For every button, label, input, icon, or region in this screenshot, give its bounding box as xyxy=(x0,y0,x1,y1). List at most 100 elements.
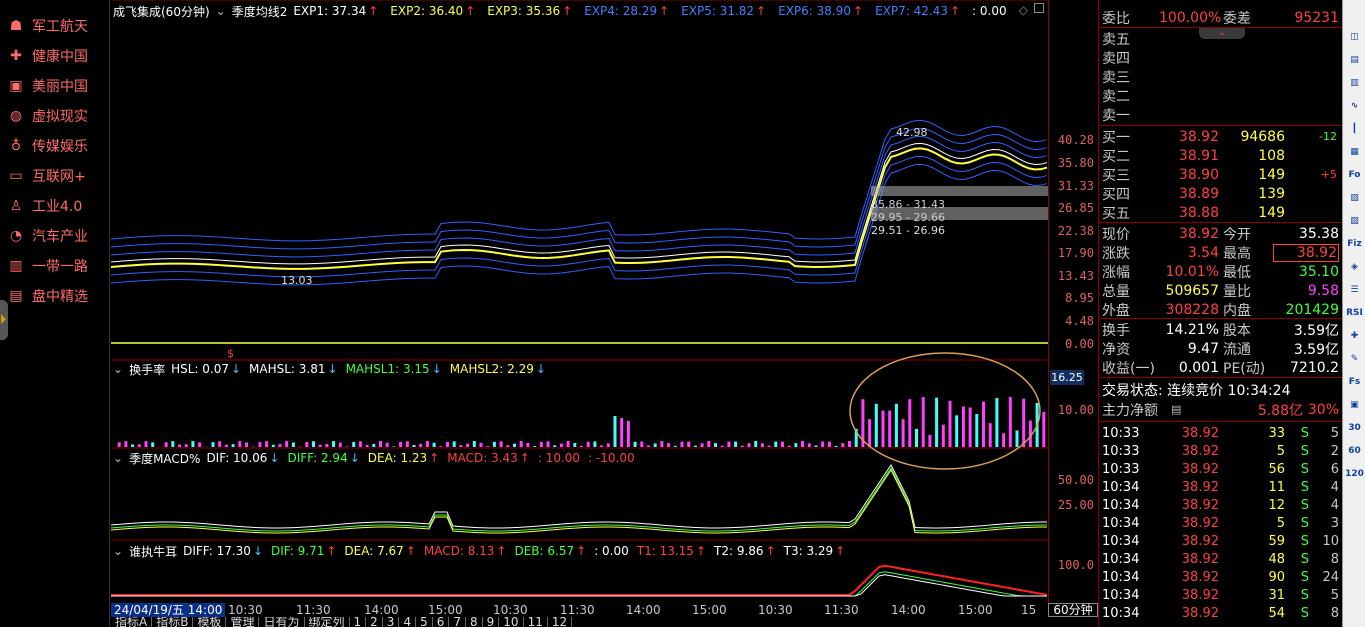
sector-label: 美丽中国 xyxy=(32,79,88,95)
bottom-tab[interactable]: 指标A xyxy=(111,617,153,627)
sector-item[interactable]: ▭ 互联网+ xyxy=(6,165,86,187)
volume-bar xyxy=(968,407,972,447)
stat-row: 净资 9.47 流通 3.59亿 xyxy=(1102,340,1339,358)
bottom-tab[interactable]: 3 xyxy=(383,617,400,627)
bottom-tab[interactable]: 指标B xyxy=(152,617,194,627)
stat-row: 涨幅 10.01% 最低 35.10 xyxy=(1102,263,1339,281)
bull-diff-line xyxy=(111,574,1047,597)
toolbar-button[interactable]: ▨ xyxy=(1346,212,1363,229)
toolbar-button[interactable]: ◫ xyxy=(1346,28,1363,45)
list-icon[interactable]: ▤ xyxy=(1171,403,1181,416)
chevron-down-icon[interactable]: ⌄ xyxy=(113,544,123,558)
bottom-tab[interactable]: 1 xyxy=(350,617,367,627)
sector-item[interactable]: ♙ 工业4.0 xyxy=(6,195,83,217)
volume-bar xyxy=(352,442,356,447)
sector-item[interactable]: ✚ 健康中国 xyxy=(6,45,88,67)
y-tick: 100.0 xyxy=(1057,558,1094,572)
toolbar-button[interactable]: Fs xyxy=(1346,373,1363,390)
toolbar-button[interactable]: ◈ xyxy=(1346,258,1363,275)
volume-bar xyxy=(178,444,181,447)
volume-bar xyxy=(506,445,510,447)
toolbar-button[interactable]: 30 xyxy=(1346,419,1363,436)
toolbar-button[interactable]: ✚ xyxy=(1346,327,1363,344)
time-label: 15 xyxy=(1021,603,1037,617)
bottom-tab[interactable]: 8 xyxy=(466,617,483,627)
bottom-tab[interactable]: 11 xyxy=(524,617,548,627)
toolbar-button[interactable]: ▤ xyxy=(1346,51,1363,68)
sector-item[interactable]: ▥ 一带一路 xyxy=(6,255,88,277)
bottom-tab[interactable]: 管理 xyxy=(226,617,260,627)
chevron-down-icon[interactable]: ⌄ xyxy=(113,362,123,376)
bottom-tab[interactable]: 9 xyxy=(483,617,500,627)
volume-bar xyxy=(727,441,731,447)
macd-values: DIF: 10.06 ↓ DIFF: 2.94 ↓ DEA: 1.23 ↑ MACD: 3.… xyxy=(206,451,634,465)
volume-bar xyxy=(714,443,717,447)
buy-row[interactable]: 买四 38.89 139 xyxy=(1099,184,1343,203)
volume-bar xyxy=(821,441,825,447)
indicator-name[interactable]: 季度均线2 xyxy=(232,3,288,20)
volume-bar xyxy=(399,441,403,447)
kline-chart[interactable]: $ 成飞集成(60分钟) ⌄ 季度均线2 EXP1: 37.34 ↑ EXP2: 3… xyxy=(111,0,1048,603)
period-selector[interactable]: 60分钟 xyxy=(1048,603,1098,617)
sector-label: 互联网+ xyxy=(32,169,86,185)
sector-item[interactable]: ◍ 虚拟现实 xyxy=(6,105,88,127)
toolbar-button[interactable]: Fiz xyxy=(1346,235,1363,252)
bottom-tab[interactable]: 12 xyxy=(548,617,573,627)
y-tick: 17.90 xyxy=(1057,246,1094,260)
volume-bar xyxy=(600,445,604,447)
volume-bar xyxy=(513,443,516,447)
sector-item[interactable]: ▤ 盘中精选 xyxy=(6,285,88,307)
bottom-tab[interactable]: 4 xyxy=(399,617,417,627)
bottom-tab[interactable]: 7 xyxy=(449,617,466,627)
bottom-tab[interactable]: 绑定列 xyxy=(305,617,350,627)
volume-bar xyxy=(486,446,490,447)
volume-bar xyxy=(660,441,664,447)
buy-row[interactable]: 买五 38.88 149 xyxy=(1099,203,1343,222)
chevron-down-icon[interactable]: ⌄ xyxy=(113,451,123,465)
collapse-handle[interactable] xyxy=(0,300,8,340)
sector-item[interactable]: ▣ 美丽中国 xyxy=(6,75,88,97)
buy-row[interactable]: 买二 38.91 108 xyxy=(1099,146,1343,165)
toolbar-button[interactable]: ▧ xyxy=(1346,189,1363,206)
diamond-icon[interactable]: ◇ xyxy=(1019,3,1028,17)
pie-icon: ◔ xyxy=(9,228,23,244)
indicator-values: EXP1: 37.34 ↑ EXP2: 36.40 ↑ EXP3: 35.36 ↑ EXP4… xyxy=(293,4,1006,18)
bottom-tab[interactable]: 10 xyxy=(499,617,524,627)
sector-item[interactable]: ☗ 军工航天 xyxy=(6,15,88,37)
volume-bar xyxy=(452,441,456,447)
macd-diff-line xyxy=(111,467,1048,532)
bottom-tab[interactable]: 6 xyxy=(433,617,450,627)
turnover-name[interactable]: 换手率 xyxy=(129,361,165,378)
maximize-icon[interactable] xyxy=(1034,3,1044,13)
bottom-tab[interactable]: 5 xyxy=(416,617,433,627)
bottom-tab[interactable]: 模板 xyxy=(193,617,227,627)
volume-bar xyxy=(218,441,222,447)
toolbar-button[interactable]: Fo xyxy=(1346,166,1363,183)
toolbar-button[interactable]: ✎ xyxy=(1346,350,1363,367)
chevron-down-icon[interactable]: ⌄ xyxy=(216,4,226,18)
toolbar-button[interactable]: ▣ xyxy=(1346,396,1363,413)
toolbar-button[interactable]: ▥ xyxy=(1346,74,1363,91)
macd-name[interactable]: 季度MACD% xyxy=(129,450,200,467)
indicator-value: EXP6: 38.90 ↑ xyxy=(778,4,864,18)
buy-row[interactable]: 买一 38.92 94686 -12 xyxy=(1099,127,1343,146)
buy-row[interactable]: 买三 38.90 149 +5 xyxy=(1099,165,1343,184)
toolbar-button[interactable]: ∿ xyxy=(1346,97,1363,114)
sector-item[interactable]: ♁ 传媒娱乐 xyxy=(6,135,88,157)
tick-row: 10:34 38.92 31 S 5 xyxy=(1102,587,1339,603)
toolbar-button[interactable]: ┃ xyxy=(1346,120,1363,137)
volume-bar xyxy=(948,400,952,447)
toolbar-button[interactable]: ▦ xyxy=(1346,143,1363,160)
toolbar-button[interactable]: RSI xyxy=(1346,304,1363,321)
bear-icon: ☗ xyxy=(9,18,23,34)
bottom-tab[interactable]: 2 xyxy=(366,617,383,627)
bottom-tab[interactable]: 日有为 xyxy=(259,617,305,627)
volume-bar xyxy=(988,423,992,447)
sector-item[interactable]: ◔ 汽车产业 xyxy=(6,225,88,247)
toolbar-button[interactable]: 60 xyxy=(1346,442,1363,459)
bull-name[interactable]: 谁执牛耳 xyxy=(129,543,177,560)
volume-bar xyxy=(707,441,711,447)
volume-bar xyxy=(935,397,939,447)
toolbar-button[interactable]: 120 xyxy=(1345,465,1364,482)
toolbar-button[interactable]: ☰ xyxy=(1346,281,1363,298)
